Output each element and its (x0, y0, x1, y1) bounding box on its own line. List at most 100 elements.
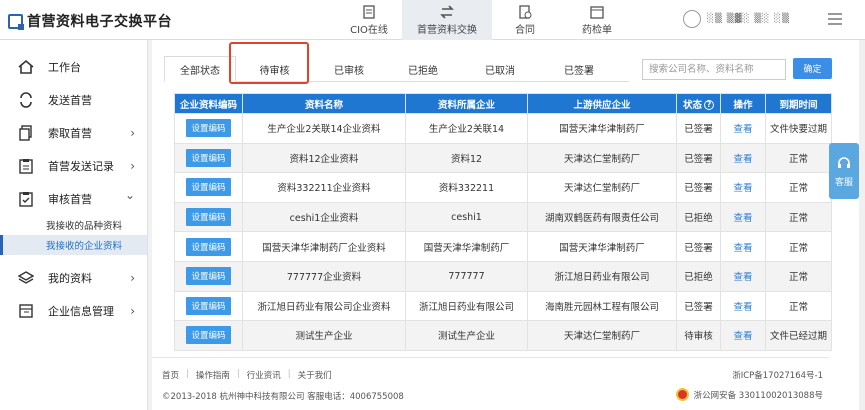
cell-code: 设置编码 (174, 320, 243, 351)
tab-label: 全部状态 (180, 65, 220, 77)
footer-link-about[interactable]: 关于我们 (298, 369, 332, 381)
contract-icon (517, 4, 533, 19)
icp-record[interactable]: 浙ICP备17027164号-1 (732, 369, 823, 381)
col-header-action: 操作 (720, 93, 766, 114)
col-header-code: 企业资料编码 (174, 93, 243, 114)
sidebar-subitem-received-companies[interactable]: 我接收的企业资料 (0, 235, 147, 255)
top-bar: 首营资料电子交换平台 CIO在线 首营资料交换 合同 药检单 ░▒ ▒▓░ ▒░… (0, 0, 865, 40)
cell-status: 已拒绝 (676, 201, 721, 233)
nav-drug-report[interactable]: 药检单 (558, 0, 636, 40)
status-tabs: 全部状态 待审核 已审核 已拒绝 已取消 已签署 (164, 56, 629, 82)
sidebar-subitem-received-products[interactable]: 我接收的品种资料 (0, 215, 147, 235)
tab-rejected[interactable]: 已拒绝 (385, 56, 461, 82)
customer-service-button[interactable]: 客服 (829, 143, 859, 199)
tab-pending[interactable]: 待审核 (236, 56, 313, 82)
cell-code: 设置编码 (174, 260, 243, 292)
footer-links: 首页 | 操作指南 | 行业资讯 | 关于我们 (162, 369, 332, 381)
menu-icon[interactable] (828, 13, 842, 25)
sidebar-item-audit[interactable]: 审核首营 ⌄ (0, 182, 147, 215)
cell-status: 已签署 (676, 172, 721, 203)
set-code-button[interactable]: 设置编码 (186, 178, 231, 197)
footer-link-news[interactable]: 行业资讯 (247, 369, 281, 381)
sidebar-item-send[interactable]: 发送首营 (0, 83, 147, 116)
tab-approved[interactable]: 已审核 (313, 56, 385, 82)
cell-expiry: 正常 (765, 231, 832, 262)
page-scrollbar[interactable] (859, 40, 865, 410)
document-icon (361, 4, 377, 19)
col-header-expiry: 到期时间 (765, 93, 832, 114)
sidebar-item-request[interactable]: 索取首营 › (0, 116, 147, 149)
sidebar-item-label: 工作台 (48, 60, 81, 74)
view-link[interactable]: 查看 (733, 243, 752, 254)
logo-icon (8, 13, 24, 30)
nav-contract[interactable]: 合同 (492, 0, 558, 40)
send-icon (18, 91, 34, 108)
sidebar-item-label: 索取首营 (48, 126, 92, 140)
cell-expiry: 正常 (765, 142, 832, 174)
sidebar-item-workbench[interactable]: 工作台 (0, 50, 147, 83)
view-link[interactable]: 查看 (733, 331, 752, 342)
view-link[interactable]: 查看 (733, 272, 752, 283)
cell-expiry: 正常 (765, 260, 832, 292)
company-data-table: 企业资料编码 资料名称 资料所属企业 上游供应企业 状态? 操作 到期时间 设置… (174, 93, 832, 351)
col-header-name: 资料名称 (242, 93, 406, 114)
view-link[interactable]: 查看 (733, 302, 752, 313)
tab-all[interactable]: 全部状态 (164, 56, 236, 82)
request-icon (18, 124, 34, 141)
view-link[interactable]: 查看 (733, 213, 752, 224)
user-menu[interactable]: ░▒ ▒▓░ ▒░ ░▒ (683, 10, 790, 28)
cell-action: 查看 (720, 172, 766, 203)
set-code-button[interactable]: 设置编码 (186, 148, 231, 167)
tab-signed[interactable]: 已签署 (539, 56, 619, 82)
logo[interactable]: 首营资料电子交换平台 (8, 11, 172, 31)
nav-first-exchange[interactable]: 首营资料交换 (402, 0, 492, 40)
confirm-button[interactable]: 确定 (793, 58, 832, 79)
footer-link-home[interactable]: 首页 (162, 369, 179, 381)
cell-name: 测试生产企业 (242, 320, 406, 351)
cell-owner: 资料332211 (405, 172, 528, 203)
tab-cancelled[interactable]: 已取消 (461, 56, 539, 82)
help-icon[interactable]: ? (704, 100, 714, 110)
footer: 首页 | 操作指南 | 行业资讯 | 关于我们 ©2013-2018 杭州神中科技有限… (152, 357, 829, 410)
record-icon (18, 158, 34, 174)
set-code-button[interactable]: 设置编码 (186, 119, 231, 138)
footer-link-guide[interactable]: 操作指南 (196, 369, 230, 381)
view-link[interactable]: 查看 (733, 154, 752, 165)
report-icon (589, 5, 605, 19)
table-row: 设置编码 国营天津华津制药厂企业资料 国营天津华津制药厂 国营天津华津制药厂 已签署 查看… (174, 231, 832, 262)
view-link[interactable]: 查看 (733, 124, 752, 135)
sidebar-item-label: 首营发送记录 (48, 159, 114, 173)
tab-label: 已签署 (564, 65, 594, 77)
cell-owner: 测试生产企业 (405, 320, 528, 351)
cell-code: 设置编码 (174, 172, 243, 203)
sidebar-item-send-record[interactable]: 首营发送记录 › (0, 149, 147, 182)
chevron-right-icon: › (130, 159, 135, 173)
police-record[interactable]: 浙公网安备 33011002013088号 (675, 388, 823, 401)
sidebar-subitem-label: 我接收的品种资料 (46, 221, 123, 232)
cell-supplier: 浙江旭日药业有限公司 (527, 260, 677, 292)
cell-action: 查看 (720, 260, 766, 292)
cell-name: 浙江旭日药业有限公司企业资料 (242, 290, 406, 322)
cell-supplier: 天津达仁堂制药厂 (527, 320, 677, 351)
set-code-button[interactable]: 设置编码 (186, 326, 231, 345)
nav-label: 药检单 (582, 24, 612, 36)
sidebar-item-label: 企业信息管理 (48, 304, 114, 318)
cell-name: 资料332211企业资料 (242, 172, 406, 203)
audit-icon (18, 191, 34, 207)
nav-cio-online[interactable]: CIO在线 (336, 0, 402, 40)
sidebar-item-my-data[interactable]: 我的资料 › (0, 261, 147, 294)
set-code-button[interactable]: 设置编码 (186, 267, 231, 286)
cell-owner: 国营天津华津制药厂 (405, 231, 528, 262)
set-code-button[interactable]: 设置编码 (186, 237, 231, 256)
search-input[interactable] (642, 59, 786, 80)
set-code-button[interactable]: 设置编码 (186, 296, 231, 315)
cell-owner: 浙江旭日药业有限公司 (405, 290, 528, 322)
set-code-button[interactable]: 设置编码 (186, 208, 231, 227)
cell-name: ceshi1企业资料 (242, 201, 406, 233)
cell-owner: ceshi1 (405, 201, 528, 233)
cell-expiry: 正常 (765, 290, 832, 322)
sidebar-item-company-info[interactable]: 企业信息管理 › (0, 294, 147, 327)
table-row: 设置编码 777777企业资料 777777 浙江旭日药业有限公司 已拒绝 查看 正常 (174, 260, 832, 292)
table-header-row: 企业资料编码 资料名称 资料所属企业 上游供应企业 状态? 操作 到期时间 (174, 93, 832, 114)
view-link[interactable]: 查看 (733, 183, 752, 194)
